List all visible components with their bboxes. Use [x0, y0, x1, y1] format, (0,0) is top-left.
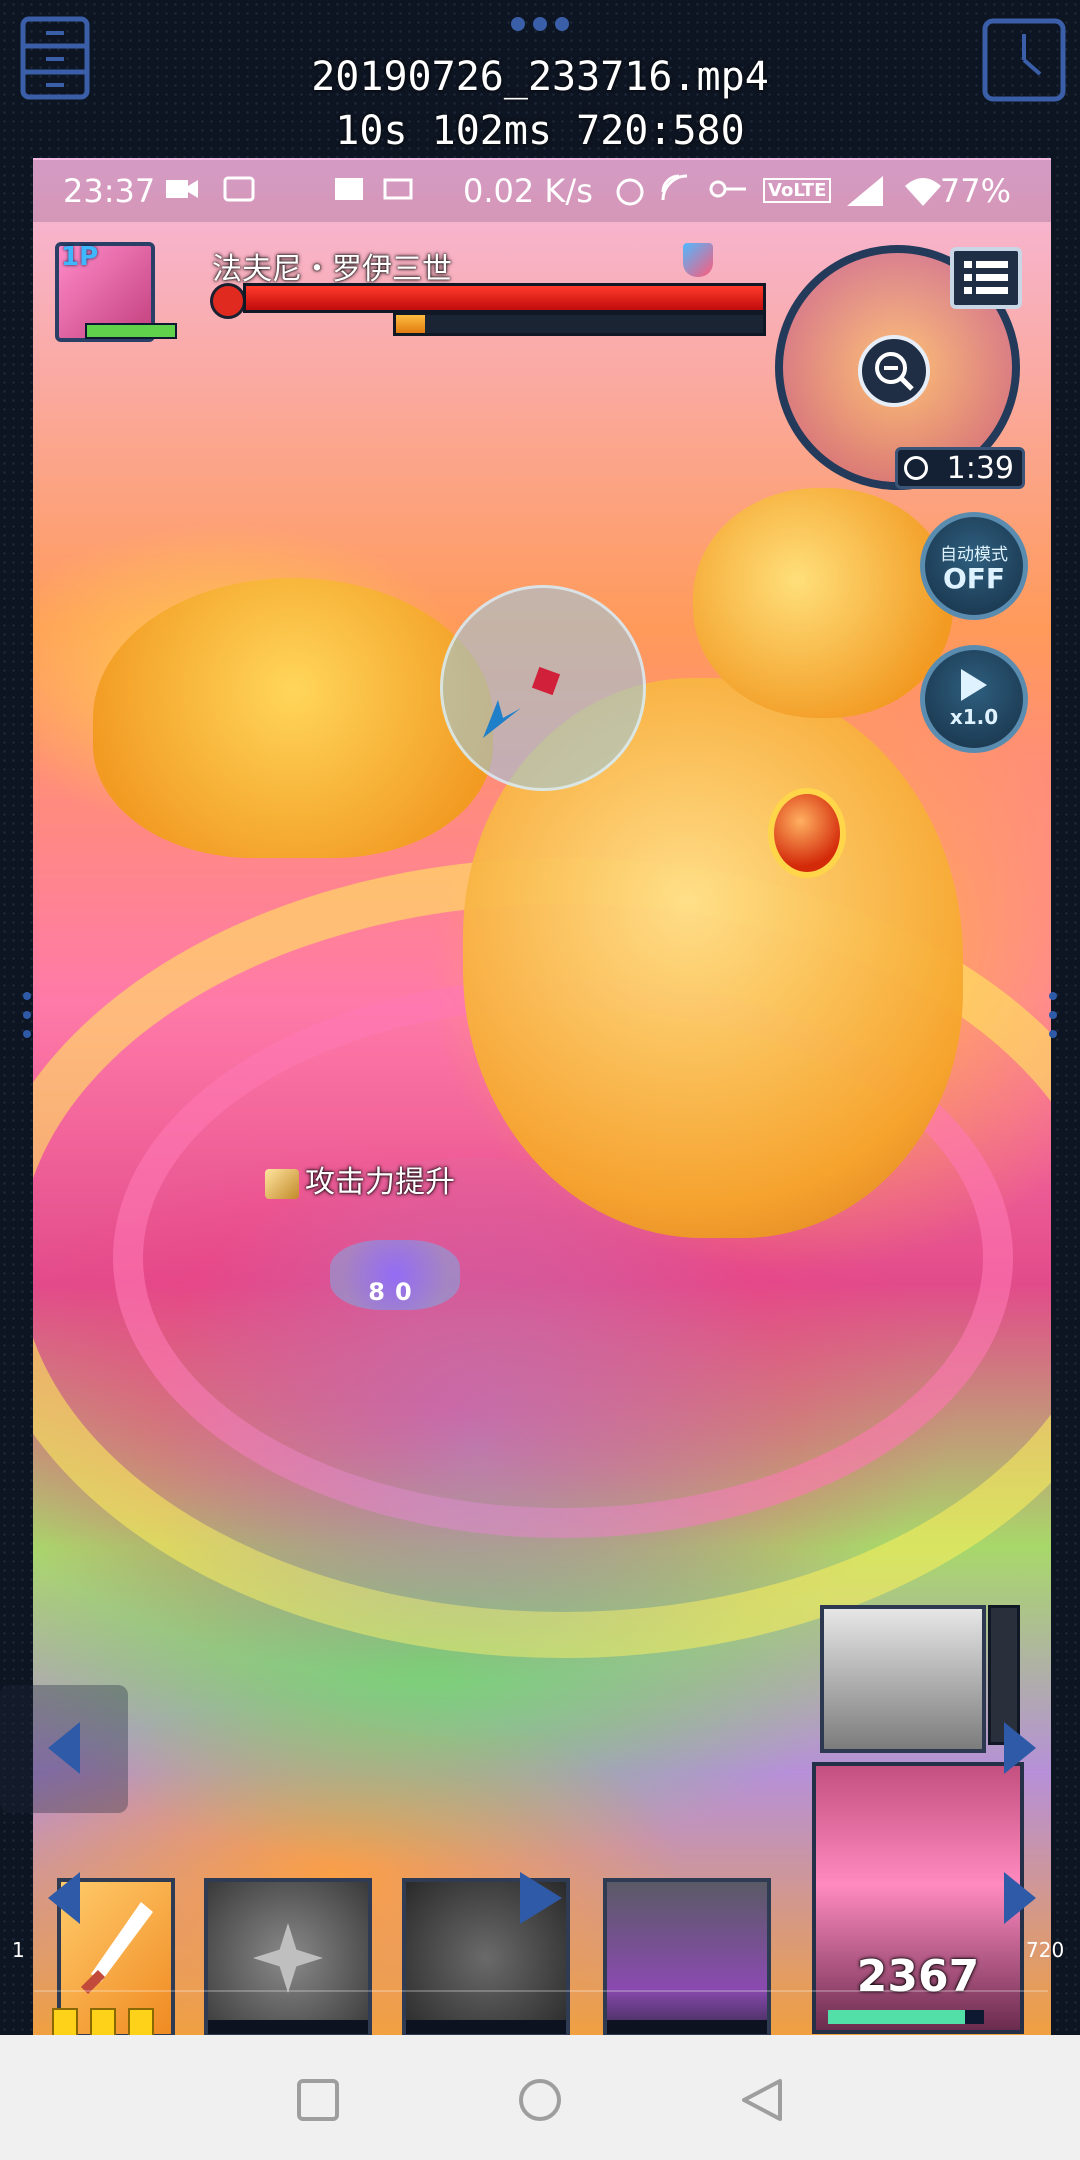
signal-icon: [847, 176, 883, 206]
circle-home-icon[interactable]: [518, 2078, 562, 2122]
target-marker: [440, 585, 646, 791]
zoom-out-icon: [875, 352, 914, 391]
target-arrow-icon: [483, 666, 561, 738]
gold-pile-decoration: [93, 578, 493, 858]
square-recents-icon[interactable]: [296, 2078, 340, 2122]
skill-slot-ice[interactable]: [603, 1878, 771, 2038]
auto-mode-state: OFF: [942, 561, 1006, 595]
menu-button[interactable]: [950, 247, 1022, 309]
auto-mode-button[interactable]: 自动模式 OFF: [920, 512, 1028, 620]
status-battery: 77%: [939, 172, 1011, 210]
auto-mode-label: 自动模式: [940, 544, 1008, 565]
file-name: 20190726_233716.mp4: [311, 54, 769, 100]
skill-2-gauge: [208, 2020, 368, 2034]
alarm-icon: [616, 178, 644, 206]
buff-label: 攻击力提升: [265, 1157, 455, 1201]
leader-hp-value: 2367: [856, 1951, 980, 2002]
aura-decoration: [113, 1158, 833, 1738]
triangle-back-icon[interactable]: [740, 2078, 784, 2122]
boss-name: 法夫尼・罗伊三世: [212, 252, 452, 287]
leader-hp-bar: [828, 2010, 984, 2024]
camera-notification-icon: [166, 180, 198, 198]
player-hp-bar: [85, 323, 177, 339]
energy-pip: [90, 2008, 116, 2038]
boss-fire-icon: [210, 283, 246, 319]
speed-button[interactable]: x1.0: [920, 645, 1028, 753]
dragon-boss-head: [693, 488, 953, 718]
skill-3-gauge: [406, 2020, 566, 2034]
player-tag: 1P: [61, 242, 99, 272]
ally-portrait[interactable]: [820, 1605, 986, 1753]
cast-icon: [661, 174, 688, 201]
list-menu-icon: [964, 261, 1008, 294]
frame-start: 1: [12, 1938, 25, 1962]
battle-timer: 1:39: [895, 447, 1025, 489]
boss-break-gauge: [393, 312, 766, 336]
notification-icon: [223, 176, 255, 202]
mail-notification-icon: [383, 178, 413, 200]
left-resize-handle[interactable]: [20, 990, 34, 1040]
playback-position: 10s 102ms 720:580: [335, 108, 745, 154]
zoom-out-button[interactable]: [858, 335, 930, 407]
sword-buff-icon: [265, 1168, 299, 1199]
prev-arrow-icon[interactable]: [44, 1720, 84, 1776]
energy-pip: [128, 2008, 154, 2038]
speed-label: x1.0: [949, 705, 999, 729]
status-net-speed: 0.02 K/s: [463, 172, 593, 210]
leader-portrait[interactable]: 2367: [812, 1762, 1024, 2034]
frame-end: 720: [1026, 1938, 1065, 1962]
more-dots-icon[interactable]: [508, 14, 572, 34]
skill-slot-star[interactable]: [204, 1878, 372, 2038]
skill-4-gauge: [607, 2020, 767, 2034]
volte-badge: VoLTE: [763, 178, 832, 203]
rewind-arrow-icon[interactable]: [44, 1870, 84, 1926]
play-arrow-icon[interactable]: [516, 1870, 566, 1926]
player-title: 20190726_233716.mp4 10s 102ms 720:580: [0, 50, 1080, 158]
forward-arrow-icon[interactable]: [1000, 1870, 1040, 1926]
wifi-icon: [905, 178, 941, 206]
combo-counter: 80: [330, 1240, 460, 1310]
dragon-gem: [768, 788, 846, 878]
buff-text: 攻击力提升: [305, 1165, 455, 1200]
next-arrow-icon[interactable]: [1000, 1720, 1040, 1776]
right-resize-handle[interactable]: [1046, 990, 1060, 1040]
energy-pip: [52, 2008, 78, 2038]
element-shield-icon: [683, 243, 713, 277]
status-bar: 23:37 0.02 K/s VoLTE 77%: [33, 160, 1051, 222]
boss-hp-bar: [243, 283, 766, 313]
image-notification-icon: [335, 178, 363, 200]
timer-value: 1:39: [946, 450, 1014, 486]
key-icon: [709, 180, 746, 198]
status-time: 23:37: [63, 172, 156, 210]
play-icon: [961, 669, 987, 701]
seek-bar[interactable]: [34, 1990, 1048, 1992]
star-skill-icon: [253, 1923, 323, 1993]
timer-clock-icon: [904, 456, 928, 480]
